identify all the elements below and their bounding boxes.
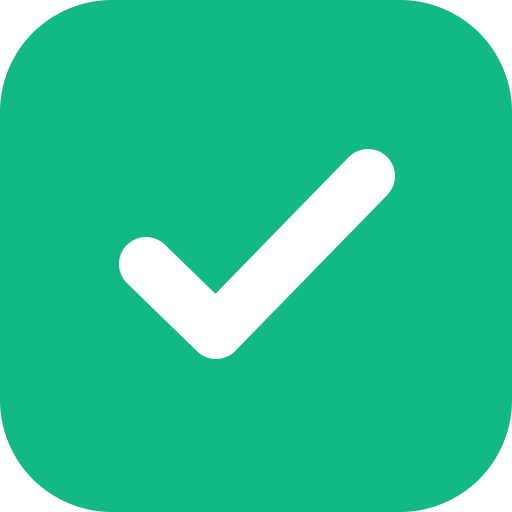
checkmark-icon: [119, 149, 395, 359]
checkmark-stroke: [119, 149, 395, 359]
app-icon: [0, 0, 512, 512]
